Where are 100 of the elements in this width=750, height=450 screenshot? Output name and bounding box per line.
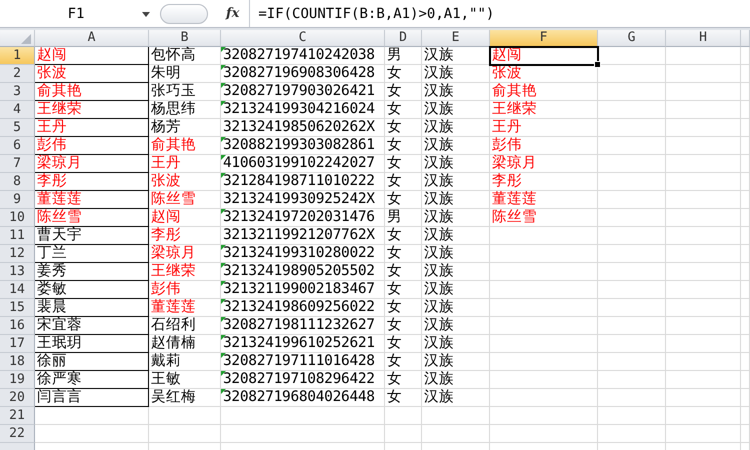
table-cell[interactable] xyxy=(598,245,666,263)
table-cell[interactable]: 王珉玥 xyxy=(35,335,149,353)
table-cell[interactable] xyxy=(666,425,741,443)
table-cell[interactable] xyxy=(741,209,750,227)
table-cell[interactable] xyxy=(741,425,750,443)
fx-button[interactable]: fx xyxy=(222,6,244,21)
table-cell[interactable]: 徐丽 xyxy=(35,353,149,371)
table-cell[interactable]: 宋宜蓉 xyxy=(35,317,149,335)
table-cell[interactable] xyxy=(490,335,598,353)
table-cell[interactable]: 汉族 xyxy=(422,371,490,389)
formula-field[interactable]: =IF(COUNTIF(B:B,A1)>0,A1,"") xyxy=(249,0,750,27)
table-cell[interactable]: 石绍利 xyxy=(149,317,221,335)
row-header[interactable]: 22 xyxy=(0,425,35,443)
table-cell[interactable]: 丁兰 xyxy=(35,245,149,263)
column-header[interactable]: E xyxy=(422,30,490,47)
table-cell[interactable]: 410603199102242027 xyxy=(221,155,385,173)
table-cell[interactable] xyxy=(741,173,750,191)
table-cell[interactable] xyxy=(598,173,666,191)
table-cell[interactable]: 闫言言 xyxy=(35,389,149,407)
table-cell[interactable] xyxy=(741,137,750,155)
table-cell[interactable]: 王丹 xyxy=(35,119,149,137)
table-cell[interactable] xyxy=(490,299,598,317)
table-cell[interactable]: 汉族 xyxy=(422,173,490,191)
table-cell[interactable]: 女 xyxy=(385,245,422,263)
row-header[interactable]: 2 xyxy=(0,65,35,83)
table-cell[interactable] xyxy=(598,209,666,227)
table-cell[interactable]: 女 xyxy=(385,155,422,173)
table-cell[interactable] xyxy=(490,227,598,245)
table-cell[interactable] xyxy=(666,371,741,389)
table-cell[interactable]: 321324197202031476 xyxy=(221,209,385,227)
table-cell[interactable]: 王继荣 xyxy=(35,101,149,119)
column-header[interactable]: A xyxy=(35,30,149,47)
table-cell[interactable]: 曹天宇 xyxy=(35,227,149,245)
table-cell[interactable] xyxy=(666,335,741,353)
table-cell[interactable]: 汉族 xyxy=(422,389,490,407)
table-cell[interactable] xyxy=(741,317,750,335)
table-cell[interactable]: 320827196908306428 xyxy=(221,65,385,83)
table-cell[interactable] xyxy=(598,137,666,155)
table-cell[interactable] xyxy=(598,263,666,281)
table-cell[interactable] xyxy=(741,353,750,371)
table-cell[interactable] xyxy=(666,155,741,173)
table-cell[interactable]: 320827196804026448 xyxy=(221,389,385,407)
table-cell[interactable]: 彭伟 xyxy=(35,137,149,155)
name-box[interactable]: F1 xyxy=(0,2,152,24)
table-cell[interactable] xyxy=(385,425,422,443)
row-header[interactable]: 14 xyxy=(0,281,35,299)
table-cell[interactable]: 陈丝雪 xyxy=(490,209,598,227)
table-cell[interactable] xyxy=(598,281,666,299)
table-cell[interactable]: 董莲莲 xyxy=(149,299,221,317)
table-cell[interactable]: 王继荣 xyxy=(490,101,598,119)
table-cell[interactable] xyxy=(666,281,741,299)
table-cell[interactable] xyxy=(490,425,598,443)
table-cell[interactable] xyxy=(598,353,666,371)
row-header[interactable]: 19 xyxy=(0,371,35,389)
table-cell[interactable]: 汉族 xyxy=(422,65,490,83)
table-cell[interactable]: 女 xyxy=(385,317,422,335)
table-cell[interactable] xyxy=(741,389,750,407)
table-cell[interactable]: 梁琼月 xyxy=(149,245,221,263)
table-cell[interactable] xyxy=(490,371,598,389)
table-cell[interactable] xyxy=(666,245,741,263)
table-cell[interactable] xyxy=(490,263,598,281)
table-cell[interactable]: 姜秀 xyxy=(35,263,149,281)
table-cell[interactable] xyxy=(741,245,750,263)
table-cell[interactable]: 杨芳 xyxy=(149,119,221,137)
table-cell[interactable]: 裴晨 xyxy=(35,299,149,317)
table-cell[interactable]: 赵闯 xyxy=(149,209,221,227)
table-cell[interactable] xyxy=(666,173,741,191)
row-header[interactable]: 20 xyxy=(0,389,35,407)
table-cell[interactable]: 男 xyxy=(385,209,422,227)
table-cell[interactable]: 女 xyxy=(385,335,422,353)
table-cell[interactable] xyxy=(221,407,385,425)
table-cell[interactable]: 女 xyxy=(385,263,422,281)
table-cell[interactable] xyxy=(490,389,598,407)
table-cell[interactable]: 赵倩楠 xyxy=(149,335,221,353)
table-cell[interactable]: 320827197111016428 xyxy=(221,353,385,371)
table-cell[interactable]: 女 xyxy=(385,281,422,299)
table-cell[interactable] xyxy=(35,407,149,425)
table-cell[interactable] xyxy=(741,407,750,425)
table-cell[interactable] xyxy=(598,299,666,317)
table-cell[interactable]: 321324199610252621 xyxy=(221,335,385,353)
table-cell[interactable] xyxy=(741,155,750,173)
table-cell[interactable] xyxy=(149,425,221,443)
table-cell[interactable]: 杨思纬 xyxy=(149,101,221,119)
table-cell[interactable]: 赵闯 xyxy=(490,47,598,65)
table-cell[interactable] xyxy=(741,65,750,83)
row-header[interactable]: 15 xyxy=(0,299,35,317)
table-cell[interactable] xyxy=(666,227,741,245)
row-header[interactable]: 5 xyxy=(0,119,35,137)
table-cell[interactable]: 汉族 xyxy=(422,281,490,299)
table-cell[interactable]: 32132419930925242X xyxy=(221,191,385,209)
row-header[interactable]: 18 xyxy=(0,353,35,371)
caret-icon[interactable] xyxy=(142,12,150,16)
table-cell[interactable] xyxy=(666,101,741,119)
table-cell[interactable]: 包怀高 xyxy=(149,47,221,65)
table-cell[interactable]: 徐严寒 xyxy=(35,371,149,389)
table-cell[interactable]: 女 xyxy=(385,101,422,119)
table-cell[interactable] xyxy=(666,407,741,425)
table-cell[interactable]: 梁琼月 xyxy=(35,155,149,173)
row-header[interactable]: 11 xyxy=(0,227,35,245)
table-cell[interactable] xyxy=(598,65,666,83)
